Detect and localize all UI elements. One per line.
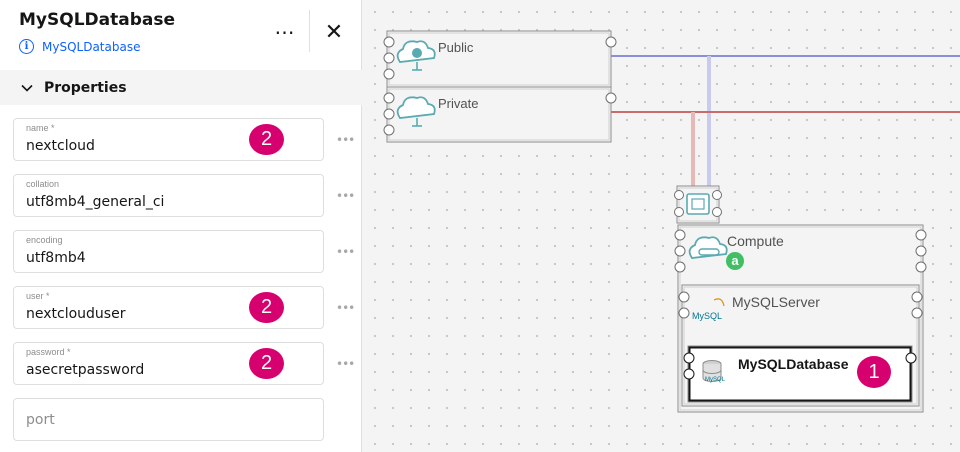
step-badge: 2 [249, 124, 284, 155]
close-panel-button[interactable]: ✕ [314, 8, 354, 56]
field-label: password * [26, 347, 71, 357]
section-label: Properties [44, 79, 127, 96]
close-icon: ✕ [324, 19, 344, 44]
mysql-logo: MySQL [692, 311, 723, 321]
user-input[interactable] [26, 304, 246, 324]
encoding-field[interactable]: encoding [13, 230, 324, 273]
field-label: collation [26, 179, 60, 189]
private-node-label: Private [438, 96, 479, 111]
step-badge: 1 [857, 356, 891, 388]
port-field[interactable] [13, 398, 324, 441]
mysql-server-label: MySQLServer [732, 294, 820, 310]
node-type-link[interactable]: MySQLDatabase [42, 40, 140, 54]
field-options-icon[interactable]: ••• [336, 246, 355, 258]
public-network-node[interactable] [383, 30, 617, 88]
mysql-database-label: MySQLDatabase [738, 356, 849, 372]
panel-subtitle: i MySQLDatabase [19, 39, 140, 54]
compute-status-badge: a [726, 252, 744, 270]
properties-section-toggle[interactable]: Properties [0, 70, 362, 105]
chevron-down-icon [21, 84, 33, 92]
step-badge: 2 [249, 348, 284, 379]
info-icon: i [19, 39, 34, 54]
step-badge: 2 [249, 292, 284, 323]
name-input[interactable] [26, 136, 246, 156]
collation-input[interactable] [26, 192, 246, 212]
panel-title: MySQLDatabase [19, 10, 175, 30]
properties-panel: MySQLDatabase i MySQLDatabase ⋯ ✕ Proper… [0, 0, 362, 452]
topology-canvas[interactable]: Public Private Compute a MySQLServer MyS… [362, 0, 960, 452]
field-options-icon[interactable]: ••• [336, 134, 355, 146]
port-input[interactable] [26, 410, 246, 430]
field-options-icon[interactable]: ••• [336, 302, 355, 314]
password-input[interactable] [26, 360, 246, 380]
compute-node-label: Compute [727, 233, 784, 249]
network-port-node[interactable] [674, 185, 722, 224]
network-port-icon [686, 193, 710, 215]
encoding-input[interactable] [26, 248, 246, 268]
private-network-node[interactable] [383, 86, 617, 143]
field-options-icon[interactable]: ••• [336, 190, 355, 202]
password-field[interactable]: password * 2 [13, 342, 324, 385]
header-divider [309, 10, 310, 52]
field-label: encoding [26, 235, 63, 245]
public-node-label: Public [438, 40, 474, 55]
name-field[interactable]: name * 2 [13, 118, 324, 161]
overflow-menu-icon: ⋯ [274, 21, 296, 44]
field-label: name * [26, 123, 55, 133]
field-options-icon[interactable]: ••• [336, 358, 355, 370]
mysql-logo: MySQL [705, 377, 726, 383]
more-options-button[interactable]: ⋯ [265, 8, 305, 56]
user-field[interactable]: user * 2 [13, 286, 324, 329]
collation-field[interactable]: collation [13, 174, 324, 217]
field-label: user * [26, 291, 50, 301]
